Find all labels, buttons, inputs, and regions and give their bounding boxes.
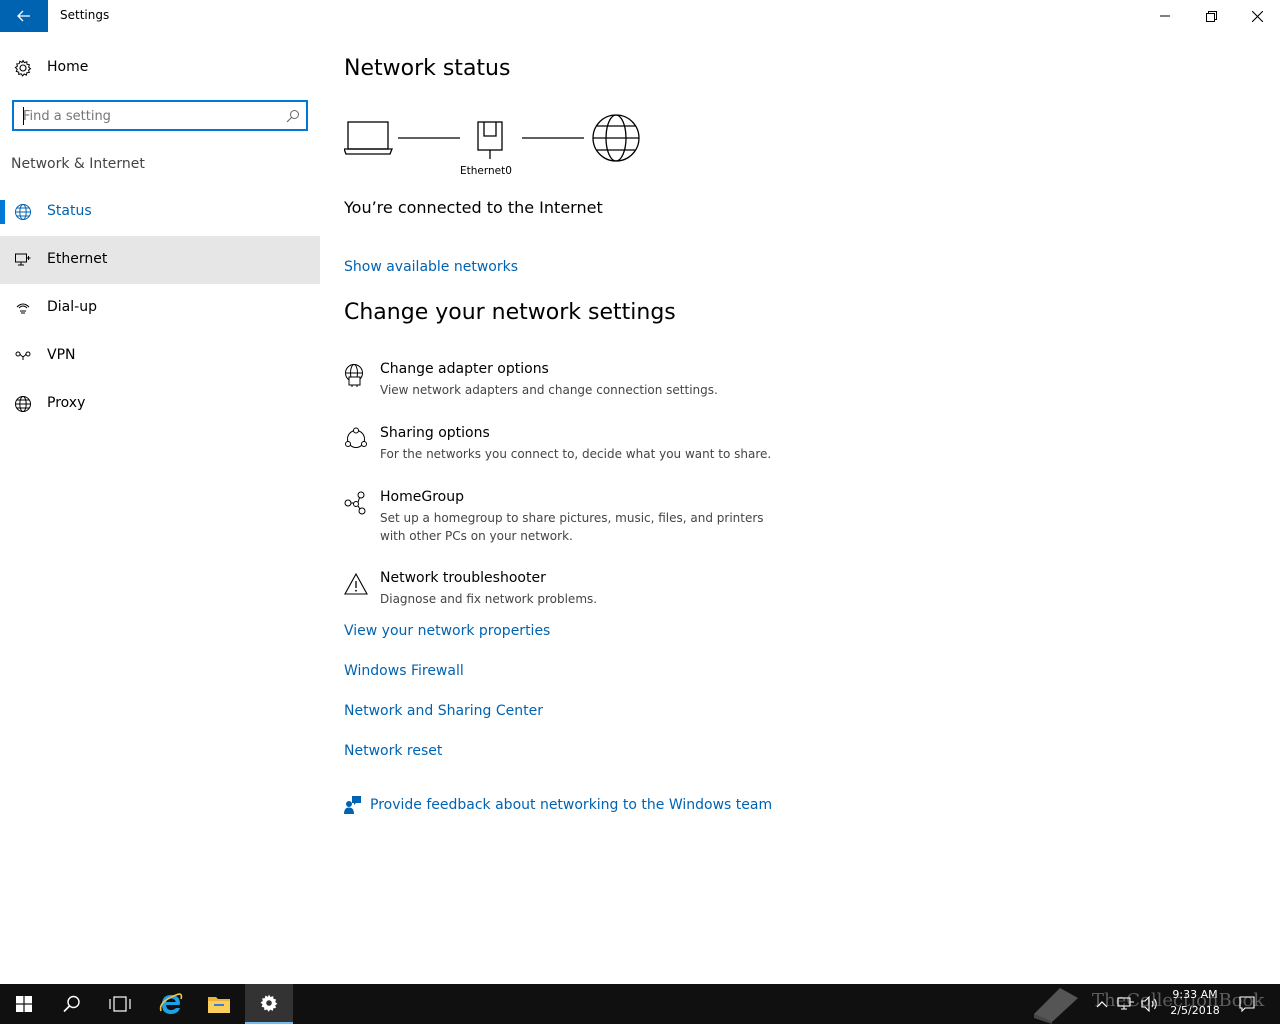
sidebar: Home Network & Internet Status Ethernet (0, 32, 320, 984)
task-view-icon (109, 996, 131, 1012)
sidebar-item-label: Proxy (47, 395, 86, 411)
ethernet-icon (15, 253, 31, 266)
book-icon (1034, 988, 1078, 1024)
network-wired-icon (1117, 997, 1134, 1010)
minimize-icon (1160, 15, 1170, 17)
notification-icon (1239, 996, 1255, 1012)
option-desc: Set up a homegroup to share pictures, mu… (380, 511, 764, 543)
taskbar-clock[interactable]: 9:33 AM 2/5/2018 (1160, 987, 1230, 1019)
task-view-button[interactable] (96, 984, 144, 1024)
option-desc: For the networks you connect to, decide … (380, 447, 772, 461)
sidebar-item-status[interactable]: Status (0, 188, 320, 236)
section-heading: Change your network settings (344, 300, 676, 325)
internet-explorer-icon (159, 993, 183, 1014)
action-center-button[interactable] (1234, 984, 1260, 1024)
option-title: Change adapter options (380, 361, 549, 377)
show-available-networks-link[interactable]: Show available networks (344, 259, 518, 275)
laptop-icon (344, 121, 393, 155)
clock-date: 2/5/2018 (1170, 1004, 1220, 1017)
clock-time: 9:33 AM (1172, 988, 1218, 1001)
home-nav[interactable]: Home (0, 52, 320, 84)
title-bar: Settings (0, 0, 1280, 32)
feedback-person-icon (344, 796, 361, 814)
globe-status-icon (15, 204, 31, 220)
text-caret (23, 107, 24, 125)
sidebar-item-label: Status (47, 203, 92, 219)
warning-icon (344, 572, 368, 595)
dialup-icon (16, 303, 30, 314)
option-change-adapter[interactable]: Change adapter options View network adap… (344, 361, 804, 405)
section-title: Network & Internet (11, 156, 145, 172)
sidebar-item-vpn[interactable]: VPN (0, 332, 320, 380)
close-icon (1251, 10, 1263, 22)
option-homegroup[interactable]: HomeGroup Set up a homegroup to share pi… (344, 489, 804, 551)
sidebar-item-proxy[interactable]: Proxy (0, 380, 320, 428)
sidebar-item-ethernet[interactable]: Ethernet (0, 236, 320, 284)
connection-status-text: You’re connected to the Internet (344, 198, 603, 217)
page-title: Network status (344, 56, 511, 81)
gear-icon (260, 994, 278, 1012)
globe-icon (15, 396, 31, 412)
option-desc: Diagnose and fix network problems. (380, 592, 598, 606)
restore-icon (1205, 10, 1217, 22)
option-title: Network troubleshooter (380, 570, 546, 586)
back-button[interactable] (0, 0, 48, 32)
window-title: Settings (60, 8, 110, 22)
minimize-button[interactable] (1142, 0, 1188, 32)
start-button[interactable] (0, 984, 48, 1024)
view-network-properties-link[interactable]: View your network properties (344, 623, 550, 639)
option-title: HomeGroup (380, 489, 464, 505)
ethernet-adapter-icon (477, 121, 503, 159)
volume-tray-button[interactable] (1138, 984, 1162, 1024)
folder-icon (208, 997, 230, 1013)
search-icon[interactable] (286, 109, 300, 123)
main-content: Network status Ethernet0 You’re connecte… (320, 32, 1280, 984)
speaker-icon (1141, 996, 1157, 1012)
gear-icon (14, 59, 32, 77)
close-button[interactable] (1234, 0, 1280, 32)
sidebar-item-label: Ethernet (47, 251, 108, 267)
sidebar-item-label: VPN (47, 347, 76, 363)
chevron-up-icon (1096, 1001, 1108, 1008)
internet-explorer-button[interactable] (147, 984, 195, 1024)
adapter-label: Ethernet0 (460, 165, 512, 177)
network-tray-button[interactable] (1114, 984, 1138, 1024)
search-box[interactable] (12, 100, 308, 131)
vpn-icon (15, 351, 31, 360)
network-sharing-center-link[interactable]: Network and Sharing Center (344, 703, 543, 719)
feedback-label: Provide feedback about networking to the… (370, 797, 773, 813)
sidebar-item-dialup[interactable]: Dial-up (0, 284, 320, 332)
windows-logo-icon (16, 996, 32, 1012)
back-arrow-icon (17, 10, 30, 22)
sharing-icon (345, 427, 367, 448)
sidebar-item-label: Dial-up (47, 299, 97, 315)
taskbar: TheCollectionBook 9:33 AM 2/5/2018 (0, 984, 1280, 1024)
option-sharing[interactable]: Sharing options For the networks you con… (344, 425, 804, 469)
home-label: Home (47, 59, 89, 75)
taskbar-search-button[interactable] (48, 984, 96, 1024)
file-explorer-button[interactable] (195, 984, 243, 1024)
restore-button[interactable] (1188, 0, 1234, 32)
internet-globe-icon (592, 114, 640, 162)
network-reset-link[interactable]: Network reset (344, 743, 442, 759)
windows-firewall-link[interactable]: Windows Firewall (344, 663, 464, 679)
settings-taskbar-button[interactable] (245, 984, 293, 1024)
show-hidden-icons-button[interactable] (1092, 984, 1112, 1024)
homegroup-icon (344, 491, 366, 515)
option-troubleshooter[interactable]: Network troubleshooter Diagnose and fix … (344, 570, 804, 614)
option-title: Sharing options (380, 425, 490, 441)
adapter-icon (345, 364, 363, 387)
option-desc: View network adapters and change connect… (380, 383, 718, 397)
search-input[interactable] (23, 106, 273, 126)
search-icon (63, 995, 80, 1013)
